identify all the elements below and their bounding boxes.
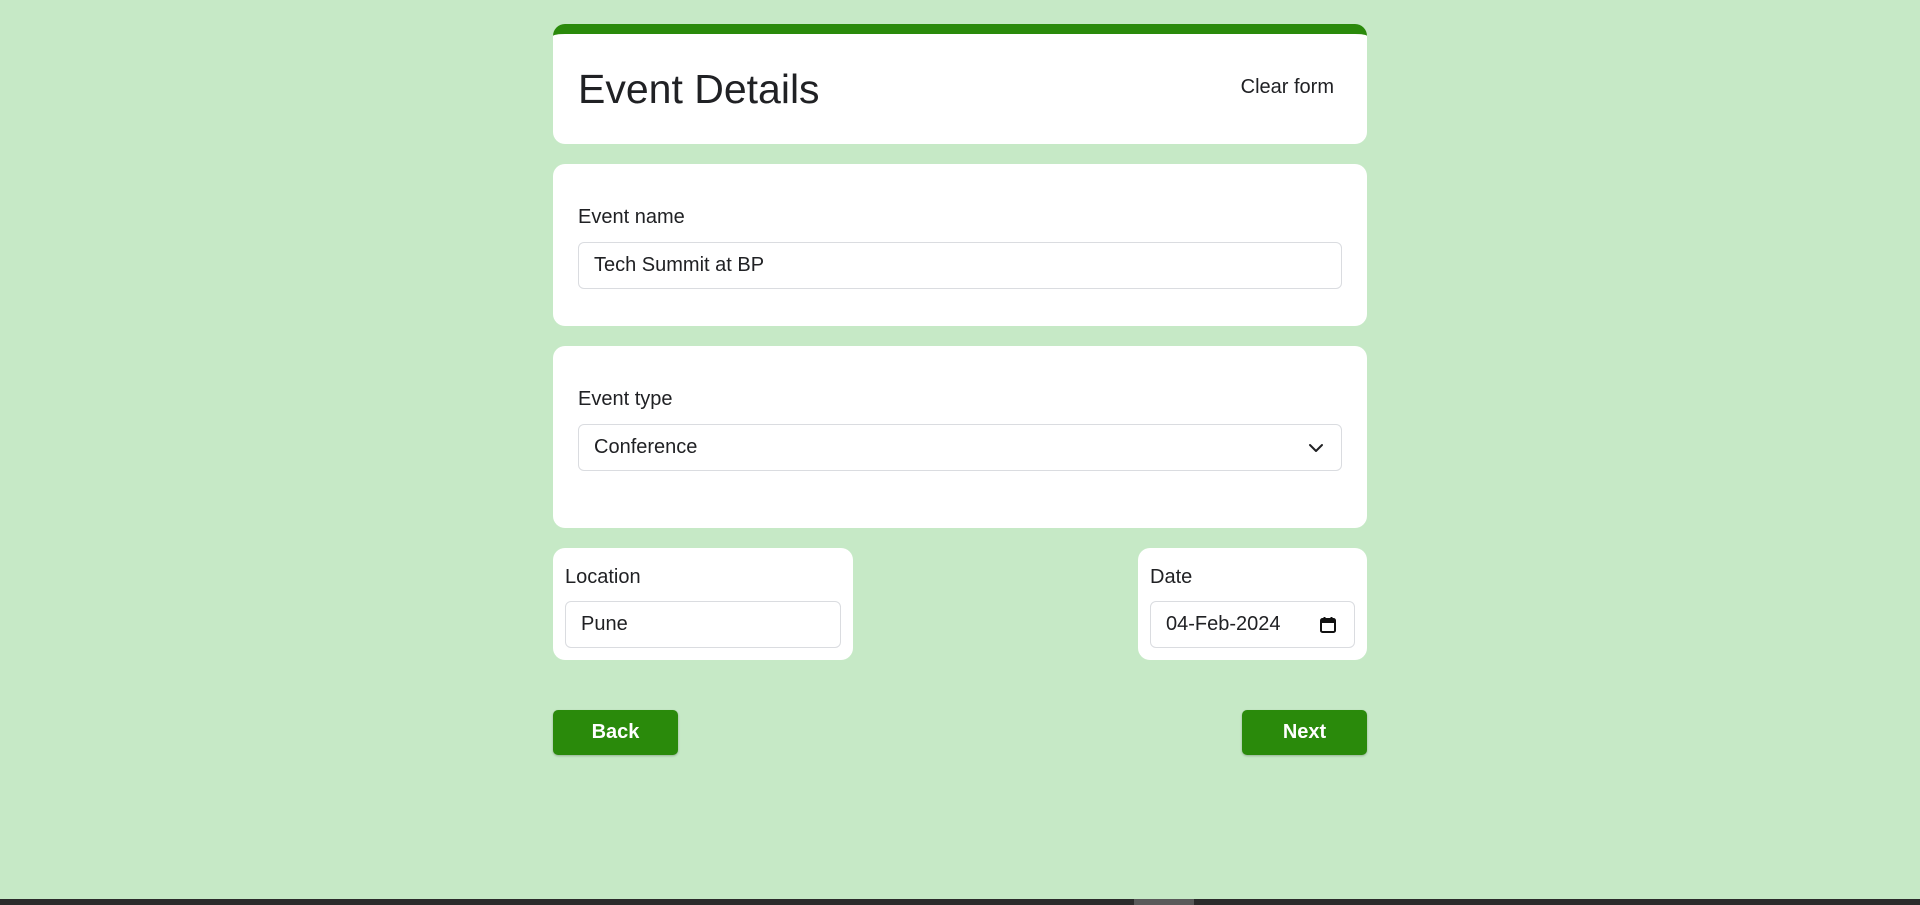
date-card: Date 04-Feb-2024 bbox=[1138, 548, 1367, 660]
date-label: Date bbox=[1150, 566, 1193, 588]
event-name-input[interactable] bbox=[578, 242, 1342, 289]
location-label: Location bbox=[565, 566, 641, 588]
header-card: Event Details Clear form bbox=[553, 24, 1367, 144]
date-input[interactable]: 04-Feb-2024 bbox=[1150, 601, 1355, 648]
event-type-label: Event type bbox=[578, 388, 673, 410]
clear-form-button[interactable]: Clear form bbox=[1233, 70, 1342, 105]
horizontal-scrollbar[interactable] bbox=[0, 899, 1920, 905]
next-button[interactable]: Next bbox=[1242, 710, 1367, 755]
event-type-selected-value: Conference bbox=[594, 436, 698, 458]
scrollbar-thumb[interactable] bbox=[1134, 899, 1194, 905]
location-input[interactable] bbox=[565, 601, 841, 648]
event-name-label: Event name bbox=[578, 206, 685, 228]
event-details-page: Event Details Clear form Event name Even… bbox=[0, 0, 1920, 905]
event-type-card: Event type Conference bbox=[553, 346, 1367, 528]
chevron-down-icon bbox=[1306, 438, 1326, 458]
event-name-card: Event name bbox=[553, 164, 1367, 326]
date-value: 04-Feb-2024 bbox=[1166, 613, 1281, 635]
calendar-icon[interactable] bbox=[1317, 614, 1339, 636]
event-type-select[interactable]: Conference bbox=[578, 424, 1342, 471]
back-button[interactable]: Back bbox=[553, 710, 678, 755]
page-title: Event Details bbox=[578, 66, 820, 112]
location-card: Location bbox=[553, 548, 853, 660]
